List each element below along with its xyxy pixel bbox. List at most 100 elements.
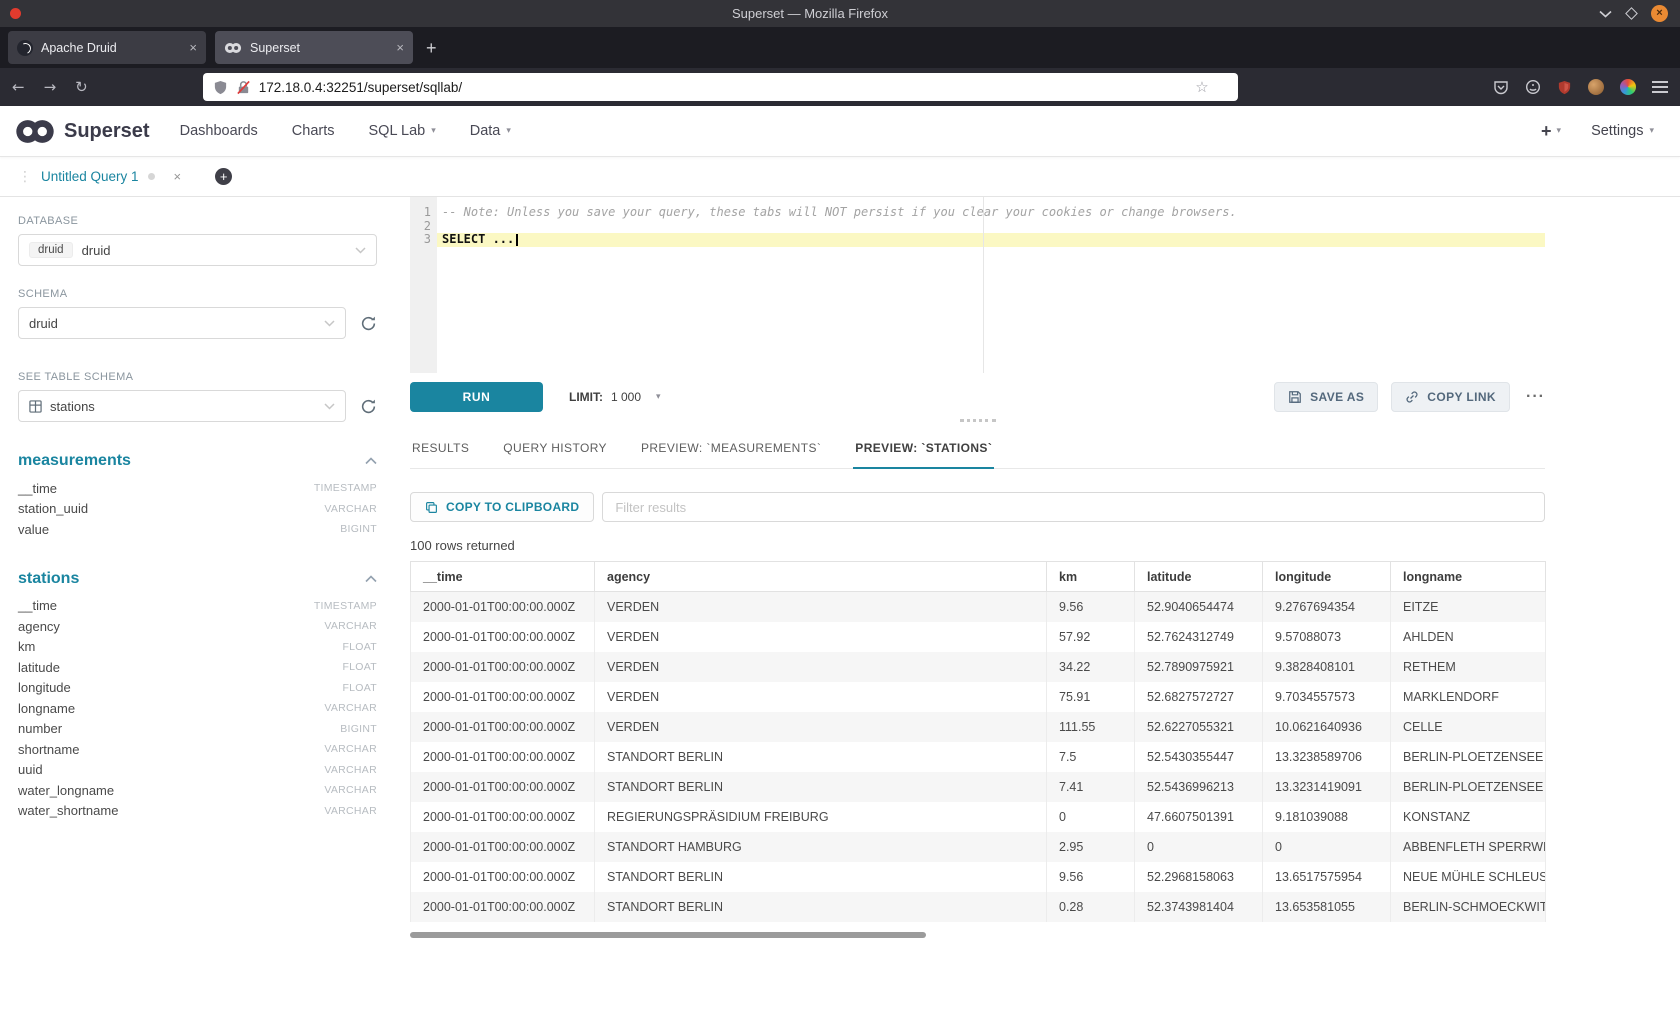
table-cell: 52.5430355447 xyxy=(1135,742,1263,772)
browser-tab-strip: Apache Druid × Superset × + xyxy=(0,27,1680,68)
results-tab-preview-stations[interactable]: PREVIEW: `STATIONS` xyxy=(853,433,994,469)
schema-select[interactable]: druid xyxy=(18,307,346,339)
chevron-down-icon xyxy=(324,403,335,410)
column-header-latitude[interactable]: latitude xyxy=(1135,562,1263,592)
tab-drag-handle-icon[interactable]: ⋮ xyxy=(18,169,32,185)
column-header-agency[interactable]: agency xyxy=(595,562,1047,592)
chevron-up-icon[interactable] xyxy=(365,457,377,465)
table-row[interactable]: 2000-01-01T00:00:00.000ZSTANDORT BERLIN0… xyxy=(411,892,1546,922)
refresh-schema-icon[interactable] xyxy=(360,315,377,332)
column-type: VARCHAR xyxy=(324,764,377,776)
query-tab-untitled-query-1[interactable]: ⋮ Untitled Query 1 × xyxy=(18,169,181,185)
schema-column-row: latitude FLOAT xyxy=(18,657,377,678)
tracking-protection-shield-icon[interactable] xyxy=(213,80,228,95)
window-close-icon[interactable]: × xyxy=(1651,5,1668,22)
tab-close-icon[interactable]: × xyxy=(189,41,197,54)
pane-resize-handle[interactable] xyxy=(410,412,1545,428)
profile-avatar-icon[interactable] xyxy=(1588,79,1604,95)
table-cell: REGIERUNGSPRÄSIDIUM FREIBURG xyxy=(595,802,1047,832)
table-cell: 34.22 xyxy=(1047,652,1135,682)
table-row[interactable]: 2000-01-01T00:00:00.000ZREGIERUNGSPRÄSID… xyxy=(411,802,1546,832)
schema-label: SCHEMA xyxy=(18,288,377,300)
add-new-button[interactable]: + ▾ xyxy=(1541,121,1561,142)
database-select[interactable]: druid druid xyxy=(18,234,377,266)
brand-name[interactable]: Superset xyxy=(64,120,150,143)
caret-down-icon: ▾ xyxy=(431,126,436,136)
editor-toolbar: RUN LIMIT: 1 000 ▾ SAVE AS xyxy=(410,382,1545,412)
forward-button[interactable]: → xyxy=(44,80,57,95)
window-maximize-icon[interactable] xyxy=(1625,7,1638,20)
bookmark-star-icon[interactable]: ☆ xyxy=(1195,80,1208,95)
copy-to-clipboard-button[interactable]: COPY TO CLIPBOARD xyxy=(410,492,594,522)
table-cell: 2000-01-01T00:00:00.000Z xyxy=(411,742,595,772)
nav-item-data[interactable]: Data ▾ xyxy=(470,123,511,139)
browser-toolbar: ← → ↻ ☆ xyxy=(0,68,1680,106)
table-cell: VERDEN xyxy=(595,652,1047,682)
run-button[interactable]: RUN xyxy=(410,382,543,412)
window-minimize-icon[interactable] xyxy=(1599,10,1612,18)
table-row[interactable]: 2000-01-01T00:00:00.000ZSTANDORT BERLIN9… xyxy=(411,862,1546,892)
superset-logo[interactable] xyxy=(14,118,56,145)
table-row[interactable]: 2000-01-01T00:00:00.000ZVERDEN111.5552.6… xyxy=(411,712,1546,742)
editor-code-area[interactable]: -- Note: Unless you save your query, the… xyxy=(437,197,1545,373)
nav-item-dashboards[interactable]: Dashboards xyxy=(180,123,258,139)
tab-close-icon[interactable]: × xyxy=(396,41,404,54)
table-select[interactable]: stations xyxy=(18,390,346,422)
reload-button[interactable]: ↻ xyxy=(75,80,88,95)
table-row[interactable]: 2000-01-01T00:00:00.000ZVERDEN34.2252.78… xyxy=(411,652,1546,682)
nav-item-sql-lab[interactable]: SQL Lab ▾ xyxy=(369,123,436,139)
new-tab-button[interactable]: + xyxy=(426,39,437,57)
table-cell: VERDEN xyxy=(595,712,1047,742)
schema-table-header[interactable]: measurements xyxy=(18,452,377,470)
column-header-longname[interactable]: longname xyxy=(1391,562,1546,592)
results-tab-results[interactable]: RESULTS xyxy=(410,433,471,468)
table-row[interactable]: 2000-01-01T00:00:00.000ZSTANDORT BERLIN7… xyxy=(411,742,1546,772)
column-header-time[interactable]: __time xyxy=(411,562,595,592)
settings-menu[interactable]: Settings ▾ xyxy=(1591,123,1654,139)
table-row[interactable]: 2000-01-01T00:00:00.000ZVERDEN75.9152.68… xyxy=(411,682,1546,712)
column-header-km[interactable]: km xyxy=(1047,562,1135,592)
table-row[interactable]: 2000-01-01T00:00:00.000ZSTANDORT HAMBURG… xyxy=(411,832,1546,862)
ublock-extension-icon[interactable] xyxy=(1557,80,1572,95)
column-name: km xyxy=(18,639,35,654)
copy-link-button[interactable]: COPY LINK xyxy=(1391,382,1510,412)
table-cell: 52.7624312749 xyxy=(1135,622,1263,652)
browser-tab-apache-druid[interactable]: Apache Druid × xyxy=(8,31,206,64)
add-query-tab-button[interactable]: + xyxy=(215,168,232,185)
schema-table-measurements: measurements __time TIMESTAMP station_uu… xyxy=(18,452,377,540)
table-row[interactable]: 2000-01-01T00:00:00.000ZVERDEN57.9252.76… xyxy=(411,622,1546,652)
nav-item-charts[interactable]: Charts xyxy=(292,123,335,139)
chevron-up-icon[interactable] xyxy=(365,575,377,583)
table-row[interactable]: 2000-01-01T00:00:00.000ZVERDEN9.5652.904… xyxy=(411,592,1546,622)
save-as-button[interactable]: SAVE AS xyxy=(1274,382,1378,412)
sqllab-content: DATABASE druid druid SCHEMA druid xyxy=(0,197,1680,1012)
schema-table-header[interactable]: stations xyxy=(18,570,377,588)
results-tab-preview-measurements[interactable]: PREVIEW: `MEASUREMENTS` xyxy=(639,433,823,468)
column-header-longitude[interactable]: longitude xyxy=(1263,562,1391,592)
pocket-icon[interactable] xyxy=(1493,79,1509,95)
query-tab-close-icon[interactable]: × xyxy=(174,169,182,184)
insecure-lock-icon[interactable] xyxy=(236,80,251,95)
sql-editor[interactable]: 1 2 3 -- Note: Unless you save your quer… xyxy=(410,197,1545,373)
table-row[interactable]: 2000-01-01T00:00:00.000ZSTANDORT BERLIN7… xyxy=(411,772,1546,802)
caret-down-icon: ▾ xyxy=(506,126,511,136)
horizontal-scrollbar[interactable] xyxy=(410,932,926,938)
more-actions-button[interactable]: ··· xyxy=(1526,388,1545,406)
back-button[interactable]: ← xyxy=(12,80,25,95)
filter-results-input[interactable] xyxy=(602,492,1545,522)
address-bar[interactable]: ☆ xyxy=(203,73,1238,101)
editor-gutter: 1 2 3 xyxy=(410,197,437,373)
table-cell: 2000-01-01T00:00:00.000Z xyxy=(411,622,595,652)
account-extension-icon[interactable] xyxy=(1525,79,1541,95)
caret-down-icon: ▾ xyxy=(656,392,661,402)
url-input[interactable] xyxy=(259,80,1188,95)
limit-dropdown[interactable]: LIMIT: 1 000 ▾ xyxy=(569,390,661,404)
browser-tab-superset[interactable]: Superset × xyxy=(215,31,413,64)
extension-pinwheel-icon[interactable] xyxy=(1620,79,1636,95)
menu-hamburger-icon[interactable] xyxy=(1652,81,1668,93)
results-tab-query-history[interactable]: QUERY HISTORY xyxy=(501,433,609,468)
text-cursor xyxy=(516,234,518,246)
schema-column-row: agency VARCHAR xyxy=(18,616,377,637)
refresh-tables-icon[interactable] xyxy=(360,398,377,415)
table-cell: 13.3231419091 xyxy=(1263,772,1391,802)
